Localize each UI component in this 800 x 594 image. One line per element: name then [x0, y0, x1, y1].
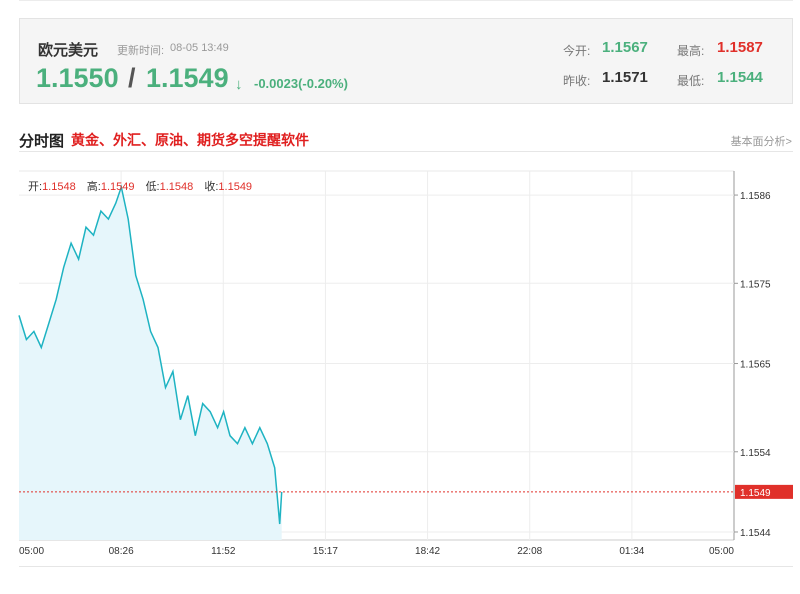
ohlc-open-label: 开:	[28, 181, 43, 193]
x-tick-label: 15:17	[313, 546, 338, 557]
x-tick-label: 22:08	[517, 546, 542, 557]
ohlc-open-value: 1.1548	[42, 181, 76, 193]
current-price-label: 1.1549	[740, 488, 771, 499]
ohlc-high-label: 高:	[86, 181, 101, 193]
ohlc-bar: 开:1.1548 高:1.1549 低:1.1548 收:1.1549	[28, 178, 260, 194]
bottom-divider	[19, 566, 793, 567]
x-tick-label: 01:34	[619, 546, 644, 557]
y-tick-label: 1.1575	[740, 279, 771, 290]
x-tick-label: 05:00	[709, 546, 734, 557]
y-tick-label: 1.1565	[740, 360, 771, 371]
y-tick-label: 1.1544	[740, 528, 771, 539]
ohlc-close-value: 1.1549	[218, 181, 253, 193]
x-tick-label: 11:52	[211, 546, 236, 557]
intraday-chart[interactable]: 1.1549 1.1586 1.1575 1.1565 1.1554 1.1544 05…	[0, 0, 800, 594]
x-tick-label: 05:00	[19, 546, 44, 557]
ohlc-high-value: 1.1549	[100, 181, 135, 193]
x-tick-label: 08:26	[109, 546, 134, 557]
x-tick-label: 18:42	[415, 546, 440, 557]
ohlc-close-label: 收:	[204, 181, 219, 193]
y-tick-label: 1.1586	[740, 191, 771, 202]
ohlc-low-value: 1.1548	[159, 181, 194, 193]
y-tick-label: 1.1554	[740, 448, 771, 459]
x-axis-ticks: 05:00 08:26 11:52 15:17 18:42 22:08 01:34 05:00	[19, 546, 734, 557]
ohlc-low-label: 低:	[145, 181, 160, 193]
